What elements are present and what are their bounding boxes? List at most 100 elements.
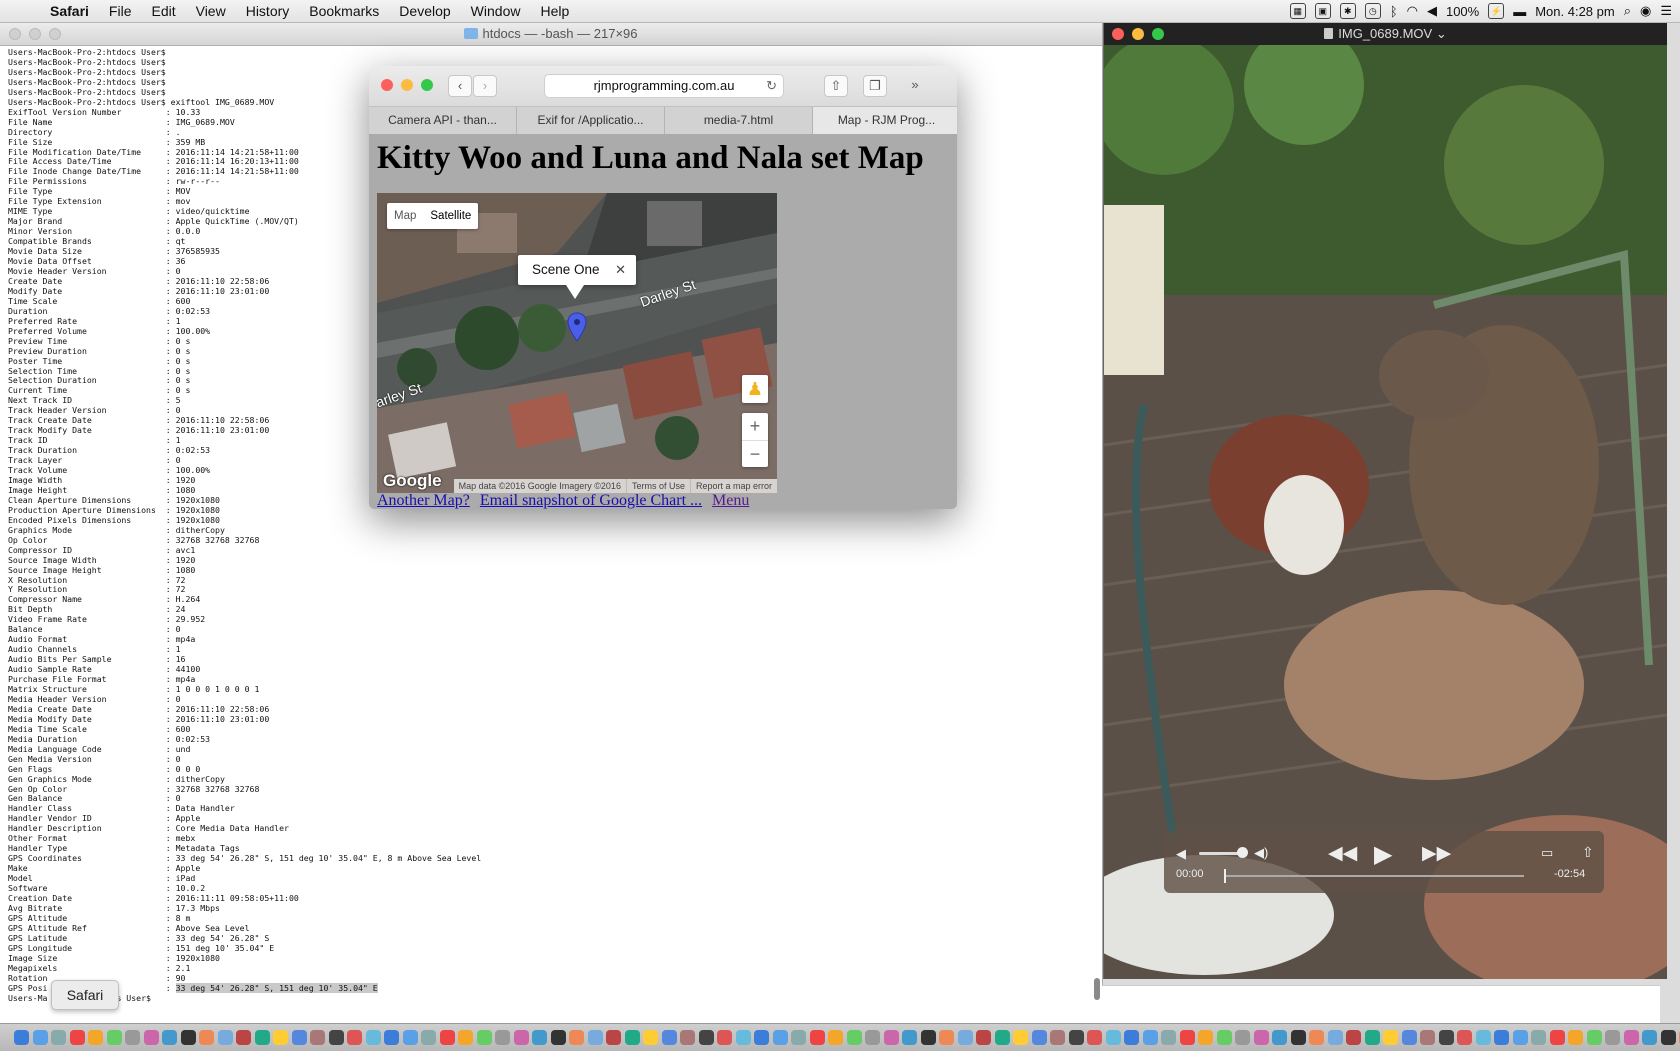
menu-edit[interactable]: Edit xyxy=(141,3,185,19)
dock-app-icon[interactable] xyxy=(606,1030,621,1045)
menu-file[interactable]: File xyxy=(99,3,142,19)
dock-app-icon[interactable] xyxy=(1494,1030,1509,1045)
zoom-button[interactable] xyxy=(1152,28,1164,40)
dock-app-icon[interactable] xyxy=(513,1030,529,1045)
minimize-button[interactable] xyxy=(29,28,41,40)
rewind-icon[interactable]: ◀◀ xyxy=(1328,842,1357,865)
dock-app-icon[interactable] xyxy=(1512,1030,1528,1045)
airplay-icon[interactable]: ▭ xyxy=(1541,845,1553,861)
dock-app-icon[interactable] xyxy=(1420,1030,1435,1045)
battery-icon[interactable]: ⚡ xyxy=(1488,3,1505,19)
menu-help[interactable]: Help xyxy=(530,3,579,19)
dock-app-icon[interactable] xyxy=(402,1030,418,1045)
dock-app-icon[interactable] xyxy=(1105,1030,1121,1045)
menu-window[interactable]: Window xyxy=(461,3,531,19)
dock-app-icon[interactable] xyxy=(1457,1030,1472,1045)
dock-app-icon[interactable] xyxy=(1327,1030,1343,1045)
dock-app-icon[interactable] xyxy=(51,1030,66,1045)
dock-app-icon[interactable] xyxy=(143,1030,159,1045)
zoom-button[interactable] xyxy=(49,28,61,40)
scrubber-playhead[interactable] xyxy=(1224,869,1226,883)
battery-percent[interactable]: 100% xyxy=(1446,4,1479,19)
dock-app-icon[interactable] xyxy=(1623,1030,1639,1045)
show-tabs-icon[interactable]: ❐ xyxy=(863,75,887,97)
google-map[interactable]: Map Satellite Darley St arley St Scene O… xyxy=(377,193,777,493)
dock-app-icon[interactable] xyxy=(661,1030,677,1045)
volume-max-icon[interactable]: ◀) xyxy=(1254,845,1268,861)
dock-app-icon[interactable] xyxy=(1235,1030,1250,1045)
dock-app-icon[interactable] xyxy=(902,1030,917,1045)
dock-app-icon[interactable] xyxy=(957,1030,973,1045)
dock-app-icon[interactable] xyxy=(1586,1030,1602,1045)
dock-app-icon[interactable] xyxy=(1383,1030,1398,1045)
dock-app-icon[interactable] xyxy=(846,1030,862,1045)
dock-app-icon[interactable] xyxy=(1549,1030,1565,1045)
flag-icon[interactable]: ▬ xyxy=(1513,4,1526,19)
dock-app-icon[interactable] xyxy=(125,1030,140,1045)
dock-app-icon[interactable] xyxy=(624,1030,640,1045)
dock-app-icon[interactable] xyxy=(365,1030,381,1045)
map-type-satellite-button[interactable]: Satellite xyxy=(423,203,478,229)
dock-app-icon[interactable] xyxy=(865,1030,880,1045)
dock-app-icon[interactable] xyxy=(328,1030,344,1045)
dock-app-icon[interactable] xyxy=(273,1030,288,1045)
dock-app-icon[interactable] xyxy=(1179,1030,1195,1045)
dock-app-icon[interactable] xyxy=(106,1030,122,1045)
close-button[interactable] xyxy=(381,79,393,91)
dock-app-icon[interactable] xyxy=(439,1030,455,1045)
zoom-in-button[interactable]: + xyxy=(742,413,768,441)
dock-app-icon[interactable] xyxy=(1309,1030,1324,1045)
clock[interactable]: Mon. 4:28 pm xyxy=(1535,4,1615,19)
dock-app-icon[interactable] xyxy=(1142,1030,1158,1045)
share-icon[interactable]: ⇧ xyxy=(1582,844,1594,861)
dock-app-icon[interactable] xyxy=(1216,1030,1232,1045)
dock-app-icon[interactable] xyxy=(735,1030,751,1045)
terminal-titlebar[interactable]: htdocs — -bash — 217×96 xyxy=(0,23,1102,46)
zoom-out-button[interactable]: − xyxy=(742,441,768,467)
dock-app-icon[interactable] xyxy=(1660,1030,1676,1045)
menu-history[interactable]: History xyxy=(236,3,300,19)
dock-app-icon[interactable] xyxy=(698,1030,714,1045)
dock-app-icon[interactable] xyxy=(717,1030,732,1045)
menu-view[interactable]: View xyxy=(186,3,236,19)
dock-app-icon[interactable] xyxy=(236,1030,251,1045)
minimize-button[interactable] xyxy=(401,79,413,91)
forward-button[interactable]: › xyxy=(473,75,497,97)
dock-app-icon[interactable] xyxy=(1124,1030,1139,1045)
terminal-scrollbar[interactable] xyxy=(1094,978,1100,1000)
dropbox-status-icon[interactable]: ▣ xyxy=(1314,3,1331,19)
dock-app-icon[interactable] xyxy=(550,1030,566,1045)
dock-app-icon[interactable] xyxy=(754,1030,769,1045)
dock-app-icon[interactable] xyxy=(1068,1030,1084,1045)
dock-app-icon[interactable] xyxy=(1198,1030,1213,1045)
tab-map[interactable]: Map - RJM Prog... xyxy=(813,107,957,134)
minimize-button[interactable] xyxy=(1132,28,1144,40)
dock-app-icon[interactable] xyxy=(14,1030,29,1045)
video-frame[interactable]: ◀ ◀) ◀◀ ▶ ▶▶ ▭ ⇧ 00:00 -02:54 xyxy=(1104,45,1667,979)
dock-app-icon[interactable] xyxy=(199,1030,214,1045)
dock-app-icon[interactable] xyxy=(939,1030,954,1045)
dock-app-icon[interactable] xyxy=(217,1030,233,1045)
volume-icon[interactable]: ◀ xyxy=(1427,3,1437,19)
menu-develop[interactable]: Develop xyxy=(389,3,460,19)
dock-app-icon[interactable] xyxy=(291,1030,307,1045)
dock-app-icon[interactable] xyxy=(1161,1030,1176,1045)
address-bar[interactable]: rjmprogramming.com.au ↻ xyxy=(544,74,784,98)
menu-app-name[interactable]: Safari xyxy=(40,3,99,19)
menu-link[interactable]: Menu xyxy=(712,492,749,509)
dock-app-icon[interactable] xyxy=(1568,1030,1583,1045)
dock-app-icon[interactable] xyxy=(180,1030,196,1045)
terms-link[interactable]: Terms of Use xyxy=(625,479,690,493)
close-button[interactable] xyxy=(9,28,21,40)
dock-app-icon[interactable] xyxy=(421,1030,436,1045)
share-icon[interactable]: ⇧ xyxy=(824,75,848,97)
dock-app-icon[interactable] xyxy=(162,1030,177,1045)
dock-app-icon[interactable] xyxy=(976,1030,991,1045)
dock-app-icon[interactable] xyxy=(1642,1030,1657,1045)
dock-app-icon[interactable] xyxy=(1438,1030,1454,1045)
spotlight-search-icon[interactable]: ⌕ xyxy=(1624,3,1631,19)
dock-app-icon[interactable] xyxy=(1087,1030,1102,1045)
volume-knob[interactable] xyxy=(1237,847,1248,858)
close-button[interactable] xyxy=(1112,28,1124,40)
dock-app-icon[interactable] xyxy=(569,1030,584,1045)
